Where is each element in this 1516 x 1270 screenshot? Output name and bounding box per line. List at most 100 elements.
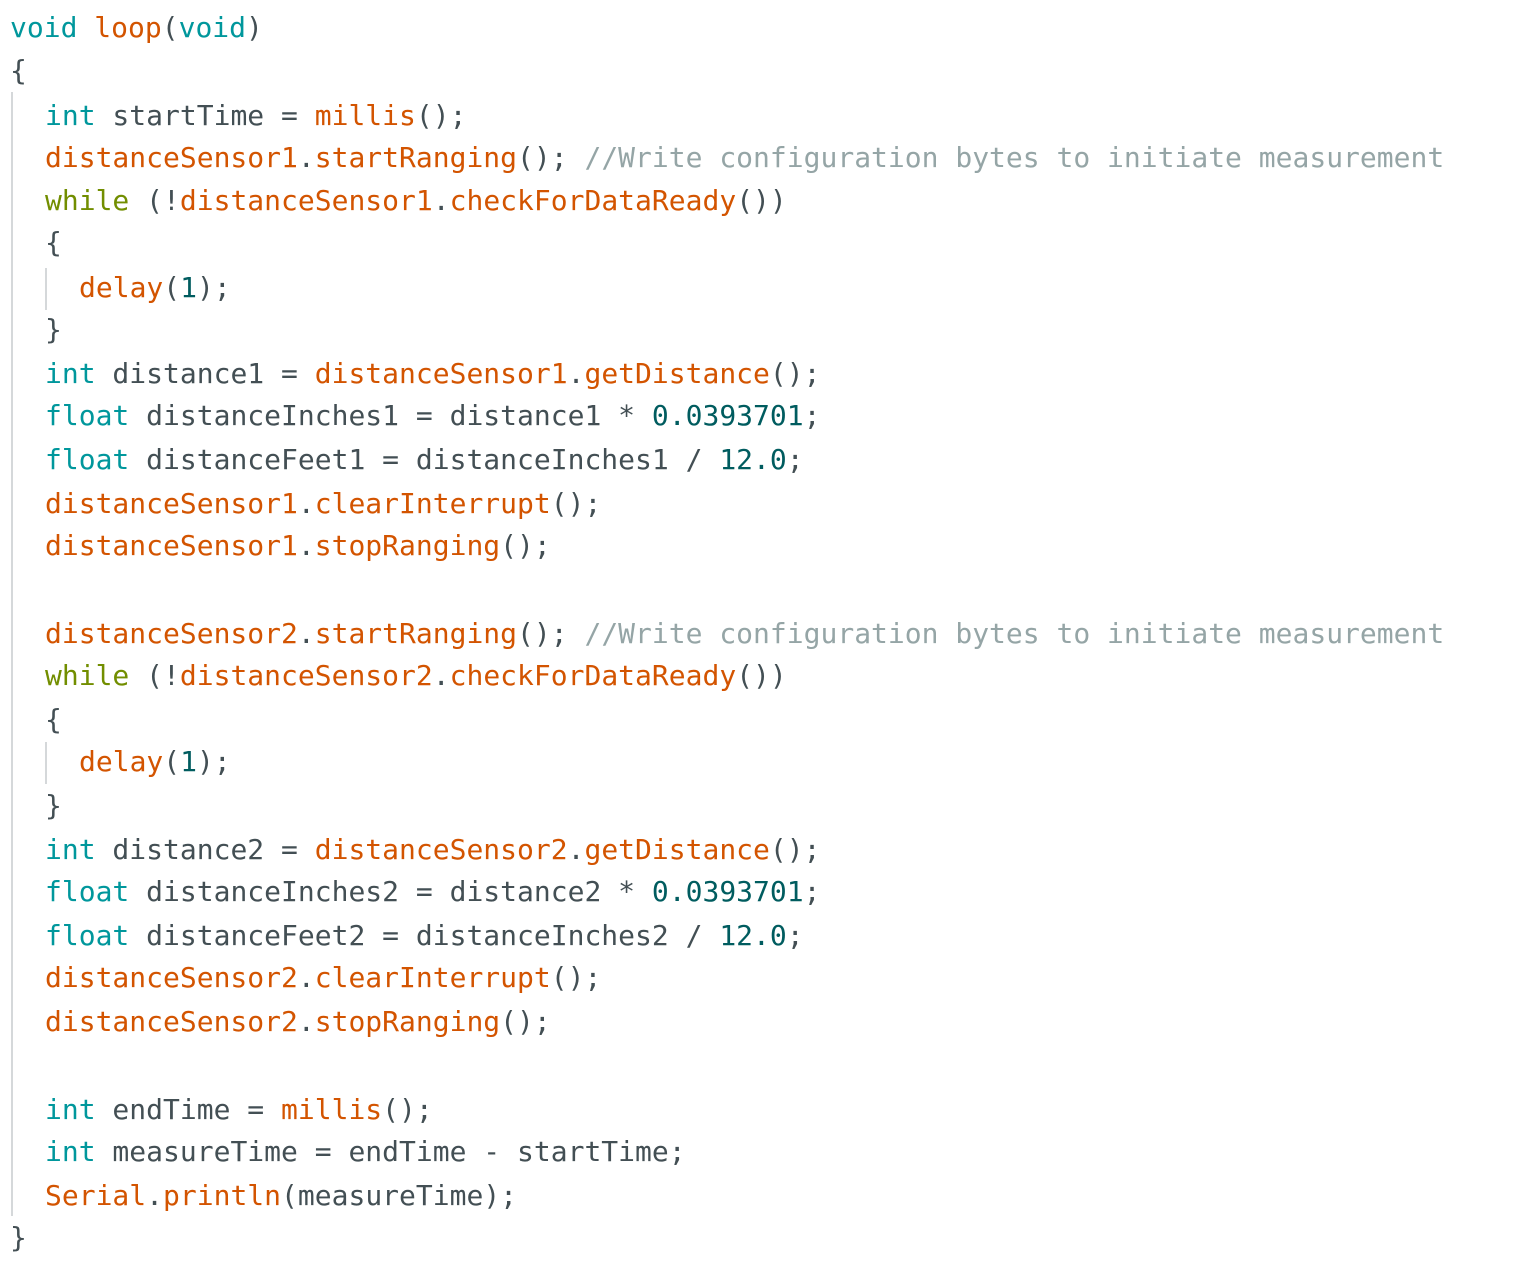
code-token-plain: ; <box>786 919 804 952</box>
code-token-function: millis <box>281 1093 383 1126</box>
code-token-comment: //Write configuration bytes to initiate … <box>584 617 1445 650</box>
code-line[interactable]: float distanceInches2 = distance2 * 0.03… <box>45 870 820 913</box>
code-token-function: distanceSensor1 <box>179 184 433 217</box>
code-token-function: distanceSensor2 <box>314 833 568 866</box>
code-token-plain: (); <box>500 529 551 562</box>
code-line[interactable]: void loop(void) <box>10 6 263 49</box>
code-token-plain: ) <box>246 11 263 44</box>
code-token-plain: . <box>146 1179 164 1212</box>
code-line[interactable]: distanceSensor1.startRanging(); //Write … <box>45 136 1444 179</box>
code-editor[interactable]: void loop(void) { int startTime = millis()… <box>0 0 1516 1270</box>
code-token-plain: } <box>10 1221 27 1254</box>
code-line[interactable]: } <box>45 784 62 827</box>
indent-guide-outer <box>11 92 13 1216</box>
code-line[interactable]: Serial.println(measureTime); <box>45 1174 517 1217</box>
code-token-plain: distanceFeet1 = distanceInches1 / <box>129 443 720 476</box>
code-token-plain: . <box>297 617 315 650</box>
code-token-function: distanceSensor1 <box>45 529 298 562</box>
code-token-function: distanceSensor2 <box>179 659 433 692</box>
code-token-number: 0.0393701 <box>651 875 804 908</box>
code-token-function: stopRanging <box>314 529 501 562</box>
code-line[interactable]: distanceSensor1.stopRanging(); <box>45 524 551 567</box>
code-token-function: checkForDataReady <box>449 659 737 692</box>
code-token-plain: { <box>45 703 62 736</box>
indent-guide-inner-2 <box>45 742 47 784</box>
code-token-plain: distance2 = <box>95 833 315 866</box>
code-token-plain: . <box>297 1005 315 1038</box>
code-token-function: distanceSensor1 <box>45 141 298 174</box>
code-token-type: int <box>45 833 96 866</box>
code-token-plain: (); <box>517 617 585 650</box>
code-line[interactable]: { <box>45 221 62 264</box>
code-token-plain: . <box>297 487 315 520</box>
code-line[interactable]: distanceSensor2.startRanging(); //Write … <box>45 612 1444 655</box>
code-line[interactable]: distanceSensor2.stopRanging(); <box>45 1000 551 1043</box>
code-token-plain: ); <box>197 745 231 778</box>
code-token-plain: . <box>432 659 450 692</box>
code-token-plain: . <box>567 833 585 866</box>
code-line[interactable]: float distanceFeet1 = distanceInches1 / … <box>45 438 804 481</box>
code-token-plain: endTime = <box>95 1093 282 1126</box>
code-token-function: clearInterrupt <box>314 961 551 994</box>
code-token-plain: (); <box>517 141 585 174</box>
code-token-plain: ; <box>803 399 821 432</box>
indent-guide-inner-1 <box>45 268 47 310</box>
code-line[interactable]: { <box>45 698 62 741</box>
code-token-plain: } <box>45 789 62 822</box>
code-token-plain: measureTime = endTime - startTime; <box>95 1135 686 1168</box>
code-token-function: delay <box>79 271 164 304</box>
code-line[interactable]: distanceSensor2.clearInterrupt(); <box>45 956 601 999</box>
code-line[interactable]: float distanceFeet2 = distanceInches2 / … <box>45 914 804 957</box>
code-token-function: checkForDataReady <box>449 184 737 217</box>
code-token-type: float <box>45 875 130 908</box>
code-token-type: float <box>45 443 130 476</box>
code-line[interactable]: int measureTime = endTime - startTime; <box>45 1130 686 1173</box>
code-token-type: int <box>45 99 96 132</box>
code-line[interactable]: delay(1); <box>79 740 231 783</box>
code-line[interactable]: int distance1 = distanceSensor1.getDista… <box>45 352 820 395</box>
code-token-plain: . <box>297 961 315 994</box>
code-token-plain: (! <box>129 659 180 692</box>
code-token-number: 12.0 <box>719 443 787 476</box>
code-token-function: stopRanging <box>314 1005 501 1038</box>
code-token-function: millis <box>314 99 416 132</box>
code-line[interactable]: distanceSensor1.clearInterrupt(); <box>45 482 601 525</box>
code-token-function: loop <box>94 11 162 44</box>
code-line[interactable]: float distanceInches1 = distance1 * 0.03… <box>45 394 820 437</box>
code-token-function: distanceSensor2 <box>45 617 298 650</box>
code-line[interactable]: } <box>45 308 62 351</box>
code-token-plain: . <box>567 357 585 390</box>
code-line[interactable]: int startTime = millis(); <box>45 94 466 137</box>
code-line[interactable]: { <box>10 49 27 92</box>
code-token-type: float <box>45 919 130 952</box>
code-token-keyword: while <box>45 659 130 692</box>
code-token-function: startRanging <box>314 141 518 174</box>
code-token-plain: { <box>45 226 62 259</box>
code-token-number: 12.0 <box>719 919 787 952</box>
code-token-function: distanceSensor1 <box>45 487 298 520</box>
code-line[interactable]: while (!distanceSensor1.checkForDataRead… <box>45 179 787 222</box>
code-token-plain: { <box>10 54 27 87</box>
code-token-plain: . <box>297 141 315 174</box>
code-token-function: clearInterrupt <box>314 487 551 520</box>
code-token-keyword: while <box>45 184 130 217</box>
code-token-function: delay <box>79 745 164 778</box>
code-token-function: distanceSensor2 <box>45 961 298 994</box>
code-token-type: int <box>45 1093 96 1126</box>
code-token-plain: . <box>432 184 450 217</box>
code-token-type: void <box>178 11 247 44</box>
code-token-plain: (); <box>415 99 467 132</box>
code-token-plain: ; <box>803 875 821 908</box>
code-token-function: Serial <box>45 1179 147 1212</box>
code-token-number: 1 <box>180 745 198 778</box>
code-token-type: void <box>10 11 78 44</box>
code-token-plain: ); <box>197 271 231 304</box>
code-line[interactable]: } <box>10 1216 27 1259</box>
code-line[interactable]: delay(1); <box>79 266 231 309</box>
code-line[interactable]: int endTime = millis(); <box>45 1088 433 1131</box>
code-line[interactable]: while (!distanceSensor2.checkForDataRead… <box>45 654 787 697</box>
code-line[interactable]: int distance2 = distanceSensor2.getDista… <box>45 828 820 871</box>
code-token-plain: ()) <box>736 184 787 217</box>
code-token-number: 0.0393701 <box>651 399 804 432</box>
